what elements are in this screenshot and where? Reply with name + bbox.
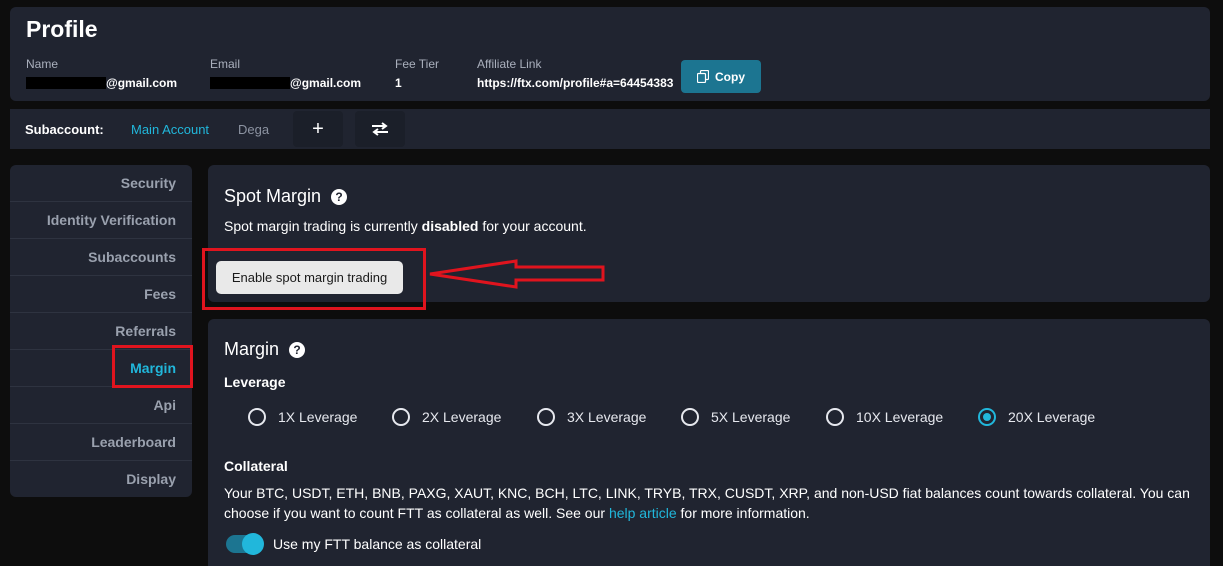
profile-header: Profile Name @gmail.com Email @gmail.com… bbox=[10, 7, 1210, 101]
spot-margin-card: Spot Margin ? Spot margin trading is cur… bbox=[208, 165, 1210, 302]
sidebar-item-api[interactable]: Api bbox=[10, 387, 192, 424]
toggle-knob bbox=[242, 533, 264, 555]
spot-margin-status: Spot margin trading is currently disable… bbox=[224, 218, 587, 234]
affiliate-field: Affiliate Link https://ftx.com/profile#a… bbox=[477, 57, 673, 90]
subaccount-label: Subaccount: bbox=[25, 122, 104, 137]
help-article-link[interactable]: help article bbox=[609, 505, 677, 521]
subaccount-dega[interactable]: Dega bbox=[238, 122, 269, 137]
leverage-option-1x[interactable]: 1X Leverage bbox=[248, 408, 357, 426]
copy-label: Copy bbox=[715, 69, 745, 84]
status-disabled: disabled bbox=[421, 218, 479, 234]
email-label: Email bbox=[210, 57, 241, 71]
email-field: Email @gmail.com bbox=[210, 57, 361, 90]
subaccount-main-account[interactable]: Main Account bbox=[131, 122, 209, 137]
leverage-option-3x[interactable]: 3X Leverage bbox=[537, 408, 646, 426]
name-label: Name bbox=[26, 57, 59, 71]
page-title: Profile bbox=[26, 16, 98, 42]
name-value: @gmail.com bbox=[106, 76, 178, 90]
collateral-label: Collateral bbox=[224, 458, 288, 474]
settings-sidebar: Security Identity Verification Subaccoun… bbox=[10, 165, 192, 497]
leverage-label: Leverage bbox=[224, 374, 286, 390]
ftt-collateral-toggle[interactable] bbox=[226, 533, 264, 555]
swap-arrows-icon bbox=[372, 122, 388, 136]
collateral-description: Your BTC, USDT, ETH, BNB, PAXG, XAUT, KN… bbox=[224, 483, 1204, 523]
add-subaccount-button[interactable]: + bbox=[293, 111, 343, 147]
email-value: @gmail.com bbox=[290, 76, 362, 90]
name-value-row: @gmail.com bbox=[26, 76, 177, 90]
leverage-option-10x[interactable]: 10X Leverage bbox=[826, 408, 943, 426]
radio-button[interactable] bbox=[681, 408, 699, 426]
fee-tier-field: Fee Tier 1 bbox=[395, 57, 439, 90]
sidebar-item-leaderboard[interactable]: Leaderboard bbox=[10, 424, 192, 461]
leverage-option-label: 10X Leverage bbox=[856, 409, 944, 425]
redaction-bar bbox=[26, 77, 106, 89]
enable-spot-margin-button[interactable]: Enable spot margin trading bbox=[216, 261, 403, 294]
sidebar-item-subaccounts[interactable]: Subaccounts bbox=[10, 239, 192, 276]
annotation-arrow-icon bbox=[429, 259, 605, 289]
subaccount-bar: Subaccount: Main Account Dega + bbox=[10, 109, 1210, 149]
margin-title-row: Margin ? bbox=[224, 339, 306, 360]
radio-button[interactable] bbox=[248, 408, 266, 426]
leverage-option-label: 20X Leverage bbox=[1008, 409, 1096, 425]
leverage-option-label: 1X Leverage bbox=[278, 409, 358, 425]
margin-title: Margin bbox=[224, 339, 280, 359]
affiliate-link[interactable]: https://ftx.com/profile#a=64454383 bbox=[477, 76, 673, 90]
sidebar-item-fees[interactable]: Fees bbox=[10, 276, 192, 313]
affiliate-label: Affiliate Link bbox=[477, 57, 542, 71]
fee-tier-value: 1 bbox=[395, 76, 402, 90]
ftt-collateral-row: Use my FTT balance as collateral bbox=[226, 533, 482, 555]
sidebar-item-security[interactable]: Security bbox=[10, 165, 192, 202]
sidebar-item-identity-verification[interactable]: Identity Verification bbox=[10, 202, 192, 239]
email-value-row: @gmail.com bbox=[210, 76, 361, 90]
radio-button[interactable] bbox=[537, 408, 555, 426]
help-icon[interactable]: ? bbox=[331, 188, 348, 205]
sidebar-item-referrals[interactable]: Referrals bbox=[10, 313, 192, 350]
sidebar-item-margin[interactable]: Margin bbox=[10, 350, 192, 387]
help-icon[interactable]: ? bbox=[289, 341, 306, 358]
spot-margin-title: Spot Margin bbox=[224, 186, 322, 206]
redaction-bar bbox=[210, 77, 290, 89]
ftt-collateral-label: Use my FTT balance as collateral bbox=[273, 536, 482, 552]
status-text-end: for your account. bbox=[478, 218, 587, 234]
radio-button[interactable] bbox=[392, 408, 410, 426]
collateral-text-end: for more information. bbox=[676, 505, 810, 521]
status-text: Spot margin trading is currently bbox=[224, 218, 422, 234]
copy-button[interactable]: Copy bbox=[681, 60, 761, 93]
switch-subaccount-button[interactable] bbox=[355, 111, 405, 147]
spot-margin-title-row: Spot Margin ? bbox=[224, 186, 348, 207]
leverage-option-2x[interactable]: 2X Leverage bbox=[392, 408, 501, 426]
copy-icon bbox=[697, 70, 709, 83]
leverage-option-5x[interactable]: 5X Leverage bbox=[681, 408, 790, 426]
plus-icon: + bbox=[312, 117, 324, 140]
leverage-option-label: 5X Leverage bbox=[711, 409, 791, 425]
leverage-option-20x[interactable]: 20X Leverage bbox=[978, 408, 1095, 426]
fee-tier-label: Fee Tier bbox=[395, 57, 440, 71]
margin-card: Margin ? Leverage 1X Leverage 2X Leverag… bbox=[208, 319, 1210, 566]
name-field: Name @gmail.com bbox=[26, 57, 177, 90]
sidebar-item-display[interactable]: Display bbox=[10, 461, 192, 498]
leverage-option-label: 2X Leverage bbox=[422, 409, 502, 425]
radio-button[interactable] bbox=[826, 408, 844, 426]
radio-button-checked[interactable] bbox=[978, 408, 996, 426]
leverage-option-label: 3X Leverage bbox=[567, 409, 647, 425]
